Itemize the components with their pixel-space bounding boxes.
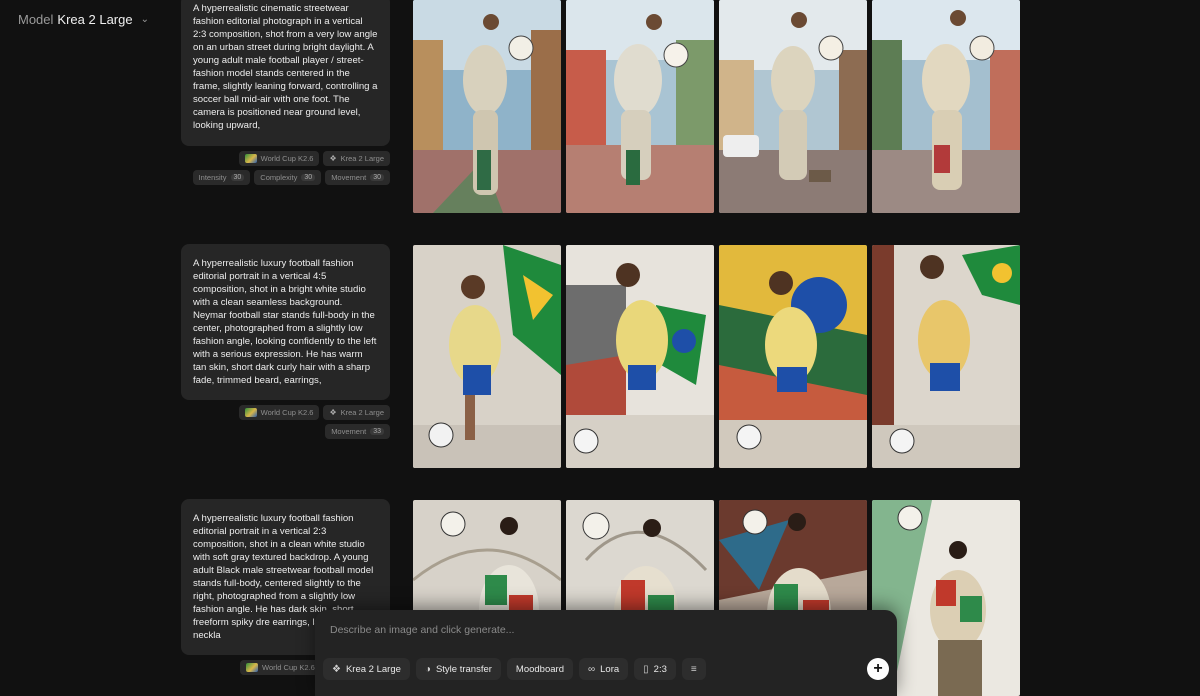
param-label: Intensity — [198, 173, 227, 182]
param-label: Complexity — [260, 173, 298, 182]
generated-image[interactable] — [566, 245, 714, 468]
param-value: 30 — [301, 174, 316, 181]
param-label: Movement — [331, 427, 367, 436]
plus-icon: + — [873, 660, 883, 677]
prompt-composer: Describe an image and click generate... … — [315, 610, 897, 696]
model-selector-label: Model — [18, 12, 54, 27]
style-chip-label: World Cup K2.6 — [262, 663, 315, 672]
param-chip[interactable]: Movement 30 — [325, 170, 390, 185]
settings-button[interactable]: ≡ — [681, 658, 706, 680]
style-thumbnail — [246, 663, 258, 672]
param-chip[interactable]: Movement 33 — [325, 424, 390, 439]
style-chip[interactable]: World Cup K2.6 — [238, 405, 320, 420]
krea-icon: ❖ — [332, 663, 341, 675]
moodboard-button[interactable]: Moodboard — [506, 658, 573, 680]
prompt-chips-1: World Cup K2.6 ❖ Krea 2 Large Intensity 30… — [181, 151, 390, 185]
model-selector-value: Krea 2 Large — [57, 12, 133, 27]
composer-toolbar: ❖ Krea 2 Large ◑ Style transfer Moodboard … — [323, 658, 889, 680]
generate-button[interactable]: + — [867, 658, 889, 680]
prompt-input[interactable]: Describe an image and click generate... — [330, 624, 514, 636]
chevron-down-icon: ⌄ — [140, 14, 149, 25]
style-transfer-label: Style transfer — [435, 663, 492, 675]
palette-icon: ◑ — [424, 663, 431, 675]
param-value: 33 — [370, 428, 384, 435]
generated-image[interactable] — [413, 0, 561, 213]
lora-button[interactable]: ∞ Lora — [578, 658, 629, 680]
style-chip-label: World Cup K2.6 — [260, 154, 314, 163]
param-value: 30 — [230, 174, 245, 181]
lora-icon: ∞ — [587, 663, 596, 675]
style-thumbnail — [244, 408, 257, 417]
krea-icon: ❖ — [329, 408, 337, 417]
portrait-ratio-icon: ▯ — [643, 663, 649, 675]
prompt-card-1[interactable]: A hyperrealistic cinematic streetwear fa… — [181, 0, 390, 146]
generated-image[interactable] — [872, 245, 1020, 468]
aspect-ratio-label: 2:3 — [653, 663, 667, 675]
generated-image[interactable] — [872, 0, 1020, 213]
model-selector[interactable]: Model Krea 2 Large ⌄ — [18, 12, 149, 27]
model-chip-label: Krea 2 Large — [340, 154, 384, 163]
prompt-text-1: A hyperrealistic cinematic streetwear fa… — [193, 3, 378, 131]
krea-icon: ❖ — [329, 154, 337, 163]
moodboard-label: Moodboard — [515, 663, 564, 675]
prompt-chips-2: World Cup K2.6 ❖ Krea 2 Large Movement 33 — [181, 405, 390, 439]
param-chip[interactable]: Complexity 30 — [254, 170, 322, 185]
param-chip[interactable]: Intensity 30 — [192, 170, 251, 185]
model-button-label: Krea 2 Large — [345, 663, 401, 675]
model-chip-label: Krea 2 Large — [340, 408, 384, 417]
style-chip[interactable]: World Cup K2.6 — [238, 151, 320, 166]
param-label: Movement — [331, 173, 367, 182]
sliders-icon: ≡ — [690, 663, 697, 675]
style-chip[interactable]: World Cup K2.6 — [240, 660, 321, 675]
style-chip-label: World Cup K2.6 — [260, 408, 314, 417]
model-chip[interactable]: ❖ Krea 2 Large — [323, 151, 390, 166]
style-transfer-button[interactable]: ◑ Style transfer — [415, 658, 501, 680]
generated-image[interactable] — [719, 0, 867, 213]
model-button[interactable]: ❖ Krea 2 Large — [323, 658, 410, 680]
param-value: 30 — [370, 174, 384, 181]
prompt-text-2: A hyperrealistic luxury football fashion… — [193, 258, 377, 386]
lora-label: Lora — [600, 663, 620, 675]
generated-image[interactable] — [413, 245, 561, 468]
generated-image[interactable] — [566, 0, 714, 213]
aspect-ratio-button[interactable]: ▯ 2:3 — [634, 658, 676, 680]
prompt-card-2[interactable]: A hyperrealistic luxury football fashion… — [181, 244, 390, 400]
model-chip[interactable]: ❖ Krea 2 Large — [323, 405, 390, 420]
style-thumbnail — [244, 154, 257, 163]
generated-image[interactable] — [719, 245, 867, 468]
